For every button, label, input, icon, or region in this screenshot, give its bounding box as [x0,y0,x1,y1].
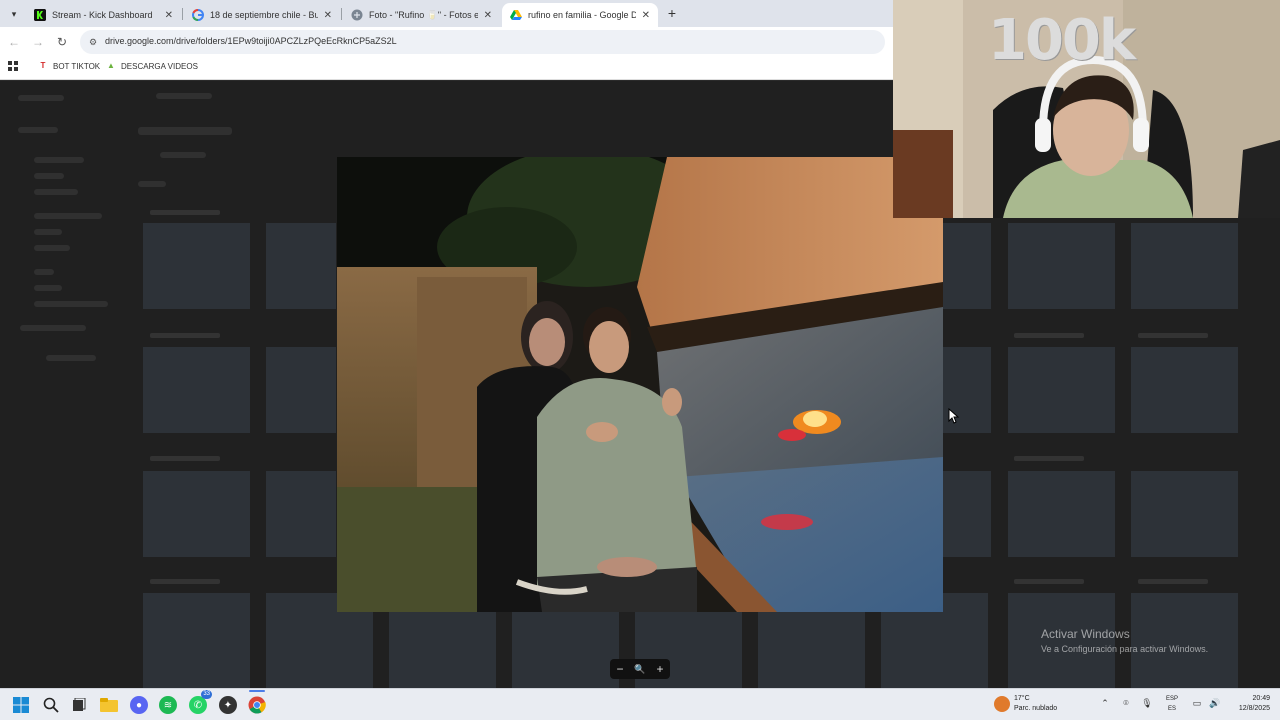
bookmark-descarga-videos[interactable]: ▲ DESCARGA VIDEOS [106,61,198,71]
watermark-title: Activar Windows [1041,627,1130,641]
url-text: drive.google.com/drive/folders/1EPw9toij… [105,36,397,46]
tab-search-icon[interactable]: ▾ [6,6,22,22]
reload-icon[interactable]: ↻ [54,34,70,50]
file-explorer-icon[interactable] [100,696,118,714]
close-icon[interactable]: ✕ [642,10,650,21]
tab-title: Stream - Kick Dashboard [52,10,153,20]
apps-grid-icon[interactable] [8,61,18,71]
tab-title: rufino en familia - Google Drive [528,10,636,20]
zoom-in-button[interactable]: + [652,662,668,676]
watermark-subtitle: Ve a Configuración para activar Windows. [1041,644,1209,654]
language-indicator[interactable]: ESP ES [1164,694,1180,714]
screen: ▾ Stream - Kick Dashboard ✕ 18 de septie… [0,0,1280,720]
tiktok-icon: T [40,61,46,70]
lang-top: ESP [1165,696,1178,702]
forward-icon[interactable]: → [30,34,46,50]
preview-image [337,157,943,612]
search-icon[interactable] [42,696,60,714]
tab-kick-dashboard[interactable]: Stream - Kick Dashboard ✕ [26,3,181,27]
weather-icon [994,696,1010,712]
taskbar: ● ≋ 33 ✆ ✦ 17°C Parc. nublado ⌃ ⌾ 🎙 ESP … [0,688,1280,720]
address-bar[interactable]: ⚙ drive.google.com/drive/folders/1EPw9to… [80,30,885,54]
whatsapp-icon[interactable]: 33 ✆ [189,690,212,714]
site-info-icon[interactable]: ⚙ [87,36,99,48]
tab-google-search[interactable]: 18 de septiembre chile - Buscar ✕ [184,3,340,27]
tab-title: 18 de septiembre chile - Buscar [210,10,318,20]
browser-toolbar: ← → ↻ ⚙ drive.google.com/drive/folders/1… [0,27,893,57]
windows-start-icon[interactable] [12,696,30,714]
close-icon[interactable]: ✕ [324,10,332,21]
browser-window: ▾ Stream - Kick Dashboard ✕ 18 de septie… [0,0,893,80]
task-view-icon[interactable] [70,696,88,714]
system-clock[interactable]: 20:49 12/8/2025 [1226,694,1270,714]
kick-icon [34,9,46,21]
zoom-reset-button[interactable]: 🔍 [632,664,648,675]
tab-google-drive[interactable]: rufino en familia - Google Drive ✕ [502,3,658,27]
zoom-toolbar: − 🔍 + [610,659,670,679]
tab-title: Foto - "Rufino 🥛" - Fotos en ... [369,9,478,20]
show-hidden-icons-icon[interactable]: ⌃ [1098,698,1112,709]
bookmarks-bar: T BOT TIKTOK ▲ DESCARGA VIDEOS [0,57,893,77]
notification-badge: 33 [201,690,212,699]
game-app-icon[interactable]: ✦ [219,696,237,714]
android-icon: ▲ [107,61,115,70]
google-icon [192,8,204,22]
tab-google-photos[interactable]: Foto - "Rufino 🥛" - Fotos en ... ✕ [343,3,500,27]
weather-widget[interactable]: 17°C Parc. nublado [994,694,1057,714]
photos-icon [351,9,363,21]
drive-sidebar [0,81,130,688]
bookmark-bot-tiktok[interactable]: T BOT TIKTOK [38,61,101,71]
chrome-icon[interactable] [248,696,266,714]
active-app-indicator [249,690,265,692]
volume-icon[interactable]: 🔊 [1208,698,1222,709]
network-icon[interactable]: ⌾ [1119,698,1133,709]
microphone-icon[interactable]: 🎙 [1140,698,1154,709]
clock-date: 12/8/2025 [1238,705,1270,712]
lang-bottom: ES [1167,706,1176,712]
close-icon[interactable]: ✕ [165,10,173,21]
bookmark-label: BOT TIKTOK [53,61,101,71]
tab-strip: ▾ Stream - Kick Dashboard ✕ 18 de septie… [0,0,893,27]
weather-temp: 17°C [1014,695,1030,702]
windows-activation-watermark: Activar Windows Ve a Configuración para … [1041,627,1208,654]
webcam-overlay: 100k [893,0,1280,218]
clock-time: 20:49 [1252,695,1270,702]
spotify-icon[interactable]: ≋ [159,696,177,714]
mouse-cursor-icon [948,407,960,424]
back-icon[interactable]: ← [6,34,22,50]
zoom-out-button[interactable]: − [612,662,628,676]
weather-desc: Parc. nublado [1014,705,1058,712]
discord-icon[interactable]: ● [130,696,148,714]
close-icon[interactable]: ✕ [484,10,492,21]
bookmark-label: DESCARGA VIDEOS [121,61,198,71]
drive-icon [510,9,522,21]
balloon-text: 100k [988,8,1136,73]
display-icon[interactable]: ▭ [1190,698,1204,709]
new-tab-button[interactable]: + [664,5,680,21]
